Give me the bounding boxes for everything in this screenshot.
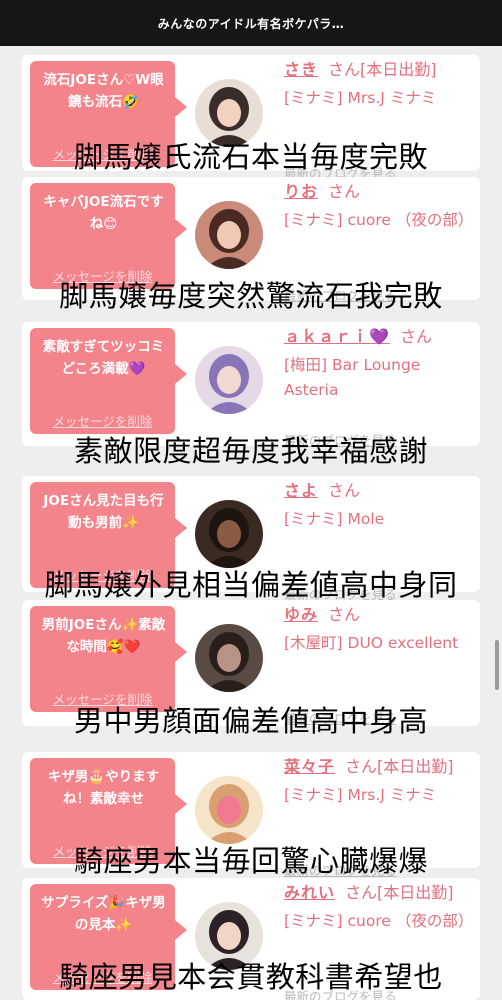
shop-name: [梅田] Bar Lounge Asteria [284,356,421,399]
cast-status: さん[本日出勤] [328,60,437,79]
shop-name: [木屋町] DUO excellent [284,634,459,652]
overlay-caption: 脚馬嬢毎度突然驚流石我完敗 [59,279,443,313]
woman-photo-icon [195,346,263,414]
overlay-caption: 騎座男見本会貫教科書希望也 [59,960,443,994]
cast-info: さよ さん [ミナミ] Mole [284,480,474,557]
overlay-caption: 脚馬嬢外見相当偏差値高中身同 [44,568,458,602]
page-title: みんなのアイドル有名ボケパラ… [157,16,345,31]
cast-name-link[interactable]: ゆみ [284,605,318,624]
woman-photo-icon [195,201,263,269]
cast-info: ゆみ さん [木屋町] DUO excellent [284,604,474,681]
cast-name-link[interactable]: 菜々子 [284,757,335,776]
scrollbar[interactable] [495,640,499,690]
overlay-caption: 素敵限度超毎度我幸福感謝 [73,434,428,468]
cast-status: さん [399,327,432,346]
overlay-caption: 脚馬嬢氏流石本当毎度完敗 [73,140,428,174]
cast-info: みれい さん[本日出勤] [ミナミ] cuore （夜の部） [284,882,474,959]
avatar[interactable] [195,500,263,568]
app-header: みんなのアイドル有名ボケパラ… [0,0,502,46]
overlay-caption: 男中男顔面偏差値高中身高 [73,704,428,738]
overlay-caption: 騎座男本当毎回驚心臓爆爆 [73,844,428,878]
cast-status: さん [328,481,361,500]
shop-name: [ミナミ] cuore （夜の部） [284,912,474,930]
message-text: 流石JOEさん♡W眼鏡も流石🤣 [43,72,164,110]
avatar[interactable] [195,201,263,269]
message-bubble: 素敵すぎてツッコミどころ満載💜 メッセージを削除 [30,328,187,434]
message-text: キャバJOE流石ですね😊 [43,194,164,232]
cast-name-link[interactable]: さよ [284,481,318,500]
cast-status: さん [328,605,361,624]
woman-photo-icon [195,500,263,568]
message-text: JOEさん見た目も行動も男前✨ [43,493,164,531]
avatar[interactable] [195,776,263,844]
message-text: 男前JOEさん✨素敵な時間🥰❤️ [41,617,166,655]
shop-name: [ミナミ] Mole [284,510,385,528]
avatar[interactable] [195,346,263,414]
cast-name-link[interactable]: ａｋａｒｉ💜 [284,327,390,346]
message-bubble: 男前JOEさん✨素敵な時間🥰❤️ メッセージを削除 [30,606,187,712]
cast-info: 菜々子 さん[本日出勤] [ミナミ] Mrs.J ミナミ [284,756,474,833]
shop-name: [ミナミ] Mrs.J ミナミ [284,786,437,804]
message-text: キザ男🎂やりますね！素敵幸せ [47,769,160,807]
cast-status: さん [328,182,361,201]
cast-info: ａｋａｒｉ💜 さん [梅田] Bar Lounge Asteria [284,326,474,403]
cast-status: さん[本日出勤] [345,757,454,776]
avatar[interactable] [195,624,263,692]
cast-name-link[interactable]: みれい [284,883,335,902]
cast-status: さん[本日出勤] [345,883,454,902]
woman-photo-icon [195,624,263,692]
shop-name: [ミナミ] cuore （夜の部） [284,211,474,229]
message-text: サプライズ🎉キザ男の見本✨ [41,895,166,933]
cast-name-link[interactable]: さき [284,60,318,79]
cast-name-link[interactable]: りお [284,182,318,201]
message-text: 素敵すぎてツッコミどころ満載💜 [42,339,165,377]
cast-info: りお さん [ミナミ] cuore （夜の部） [284,181,474,258]
woman-photo-icon [195,776,263,844]
cast-info: さき さん[本日出勤] [ミナミ] Mrs.J ミナミ [284,59,474,136]
shop-name: [ミナミ] Mrs.J ミナミ [284,89,437,107]
